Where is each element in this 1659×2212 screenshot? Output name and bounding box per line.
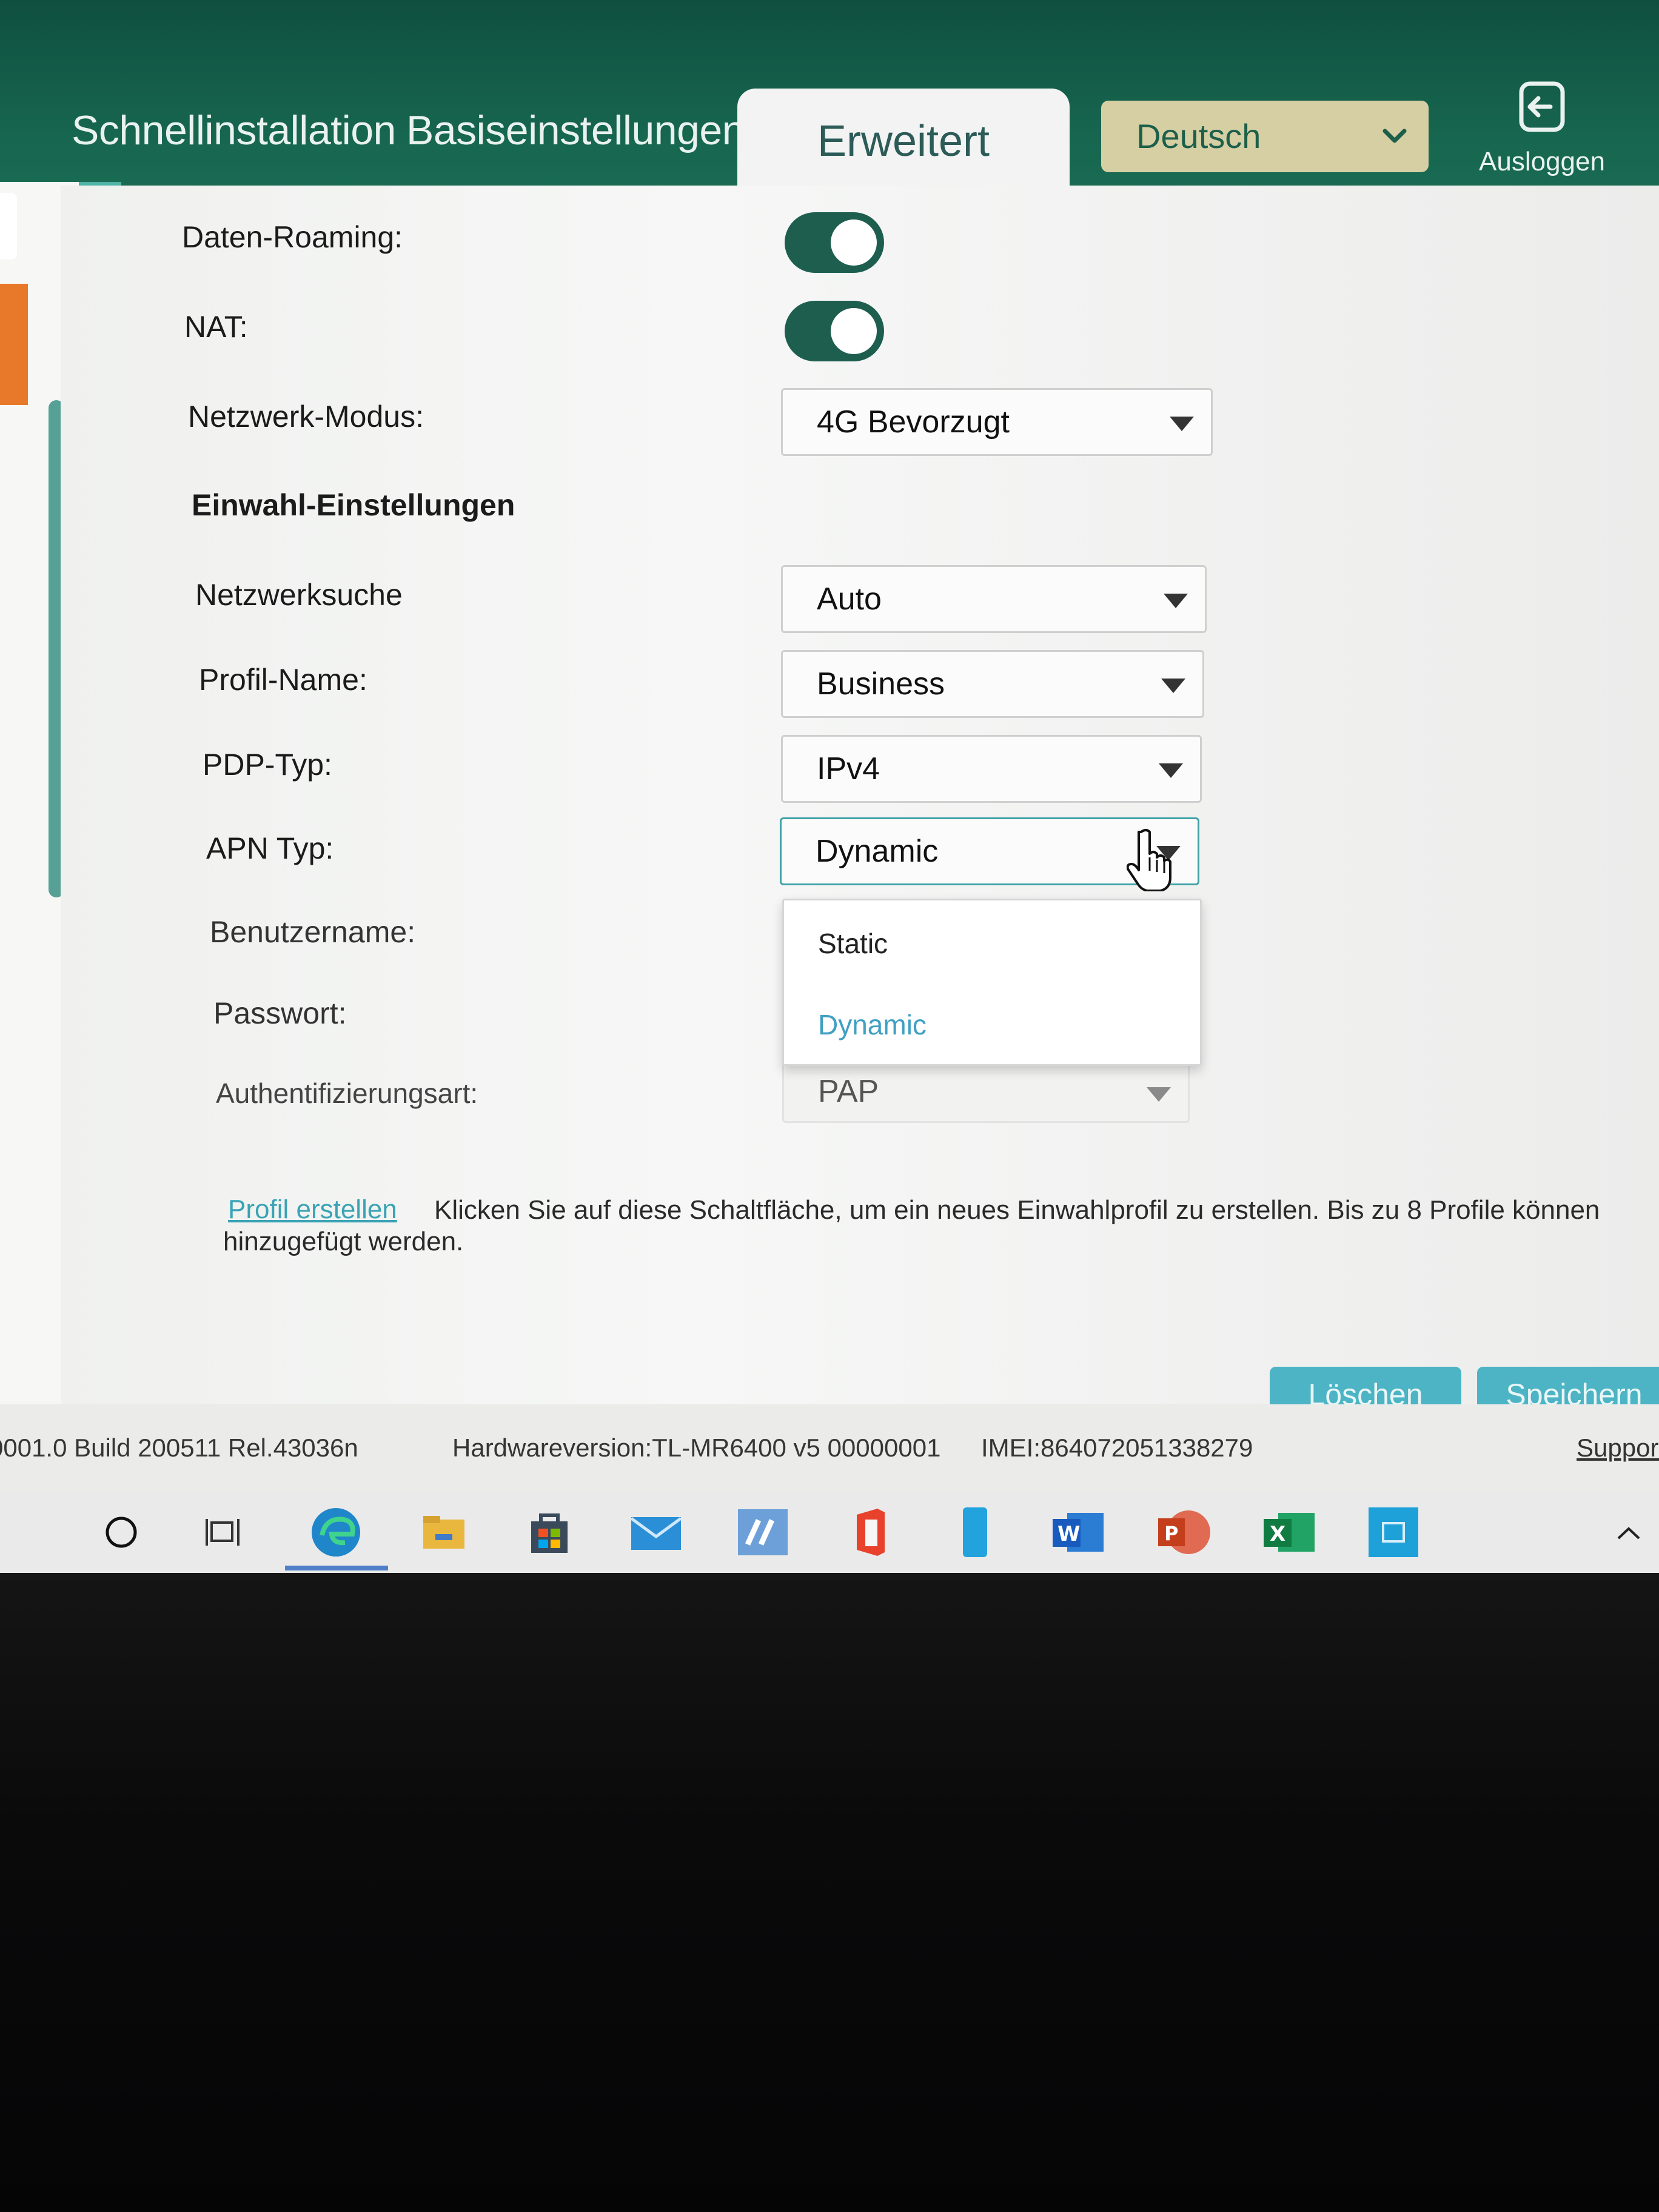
apn-option-static[interactable]: Static — [818, 927, 888, 960]
auth-type-label: Authentifizierungsart: — [216, 1078, 478, 1109]
create-profile-description: Klicken Sie auf diese Schaltfläche, um e… — [223, 1195, 1600, 1256]
data-roaming-label: Daten-Roaming: — [182, 220, 403, 254]
username-label: Benutzername: — [210, 915, 416, 949]
svg-text:W: W — [1057, 1522, 1081, 1546]
phone-icon[interactable] — [939, 1492, 1011, 1573]
dropdown-arrow-icon — [1170, 417, 1194, 431]
network-mode-value: 4G Bevorzugt — [817, 404, 1010, 440]
profile-name-select[interactable]: Business — [781, 650, 1204, 718]
powerpoint-icon[interactable]: P — [1147, 1492, 1220, 1573]
firmware-version: 0001.0 Build 200511 Rel.43036n — [0, 1433, 358, 1462]
network-search-label: Netzwerksuche — [195, 578, 403, 612]
create-profile-link[interactable]: Profil erstellen — [228, 1195, 397, 1225]
dropdown-arrow-icon — [1147, 1087, 1171, 1102]
network-mode-select[interactable]: 4G Bevorzugt — [781, 388, 1213, 456]
monitor-bezel — [0, 1573, 1659, 2212]
apn-type-label: APN Typ: — [206, 831, 334, 865]
app-icon[interactable] — [726, 1492, 799, 1573]
excel-icon[interactable]: X — [1253, 1492, 1326, 1573]
apn-type-dropdown: Static Dynamic — [782, 899, 1202, 1066]
footer: 0001.0 Build 200511 Rel.43036n Hardwarev… — [0, 1404, 1659, 1492]
nat-label: NAT: — [184, 310, 248, 344]
hand-cursor-icon — [1126, 827, 1171, 894]
network-search-select[interactable]: Auto — [781, 565, 1207, 633]
store-icon[interactable] — [513, 1492, 586, 1573]
logout-button[interactable]: Ausloggen — [1472, 78, 1612, 181]
profile-name-value: Business — [817, 666, 945, 702]
svg-text:P: P — [1164, 1522, 1178, 1545]
office-icon[interactable] — [833, 1492, 906, 1573]
header: Schnellinstallation Basiseinstellungen E… — [0, 0, 1659, 195]
chevron-down-icon — [1376, 101, 1413, 172]
task-view-icon[interactable] — [189, 1492, 262, 1573]
hardware-version: Hardwareversion:TL-MR6400 v5 00000001 — [452, 1433, 941, 1462]
sidebar-item[interactable] — [0, 193, 17, 260]
dropdown-arrow-icon — [1161, 679, 1185, 693]
screen: Schnellinstallation Basiseinstellungen E… — [0, 0, 1659, 1573]
auth-type-select[interactable]: PAP — [782, 1060, 1190, 1123]
dropdown-arrow-icon — [1159, 763, 1183, 778]
dialup-settings-title: Einwahl-Einstellungen — [192, 488, 515, 522]
nat-toggle[interactable] — [785, 301, 884, 361]
auth-type-value: PAP — [818, 1074, 879, 1109]
pdp-type-select[interactable]: IPv4 — [781, 735, 1202, 803]
pdp-type-value: IPv4 — [817, 751, 880, 786]
search-circle-icon[interactable] — [85, 1492, 158, 1573]
apn-option-dynamic[interactable]: Dynamic — [818, 1008, 927, 1041]
logout-label: Ausloggen — [1479, 147, 1605, 176]
mail-icon[interactable] — [620, 1492, 692, 1573]
data-roaming-toggle[interactable] — [785, 212, 884, 273]
taskbar: W P X — [0, 1492, 1659, 1573]
profile-name-label: Profil-Name: — [199, 663, 367, 697]
word-icon[interactable]: W — [1042, 1492, 1114, 1573]
support-link[interactable]: Support — [1577, 1433, 1659, 1463]
password-label: Passwort: — [213, 996, 347, 1030]
network-search-value: Auto — [817, 581, 882, 617]
sidebar-item-active[interactable] — [0, 284, 28, 405]
active-app-indicator — [285, 1566, 388, 1570]
language-select[interactable]: Deutsch — [1101, 101, 1429, 172]
tab-schnellinstallation[interactable]: Schnellinstallation — [72, 107, 396, 154]
chevron-up-icon[interactable] — [1592, 1492, 1659, 1573]
svg-text:X: X — [1270, 1522, 1285, 1546]
tab-basiseinstellungen[interactable]: Basiseinstellungen — [406, 107, 745, 154]
tab-erweitert[interactable]: Erweitert — [737, 89, 1070, 195]
pdp-type-label: PDP-Typ: — [203, 748, 332, 782]
language-value: Deutsch — [1136, 117, 1261, 155]
file-explorer-icon[interactable] — [407, 1492, 480, 1573]
edge-icon[interactable] — [300, 1492, 372, 1573]
dropdown-arrow-icon — [1164, 594, 1188, 608]
logout-icon — [1472, 78, 1612, 136]
network-mode-label: Netzwerk-Modus: — [188, 400, 424, 434]
apn-type-value: Dynamic — [816, 834, 939, 869]
tab-erweitert-label: Erweitert — [817, 117, 990, 166]
imei-value: IMEI:864072051338279 — [981, 1433, 1253, 1462]
calendar-app-icon[interactable] — [1357, 1492, 1430, 1573]
